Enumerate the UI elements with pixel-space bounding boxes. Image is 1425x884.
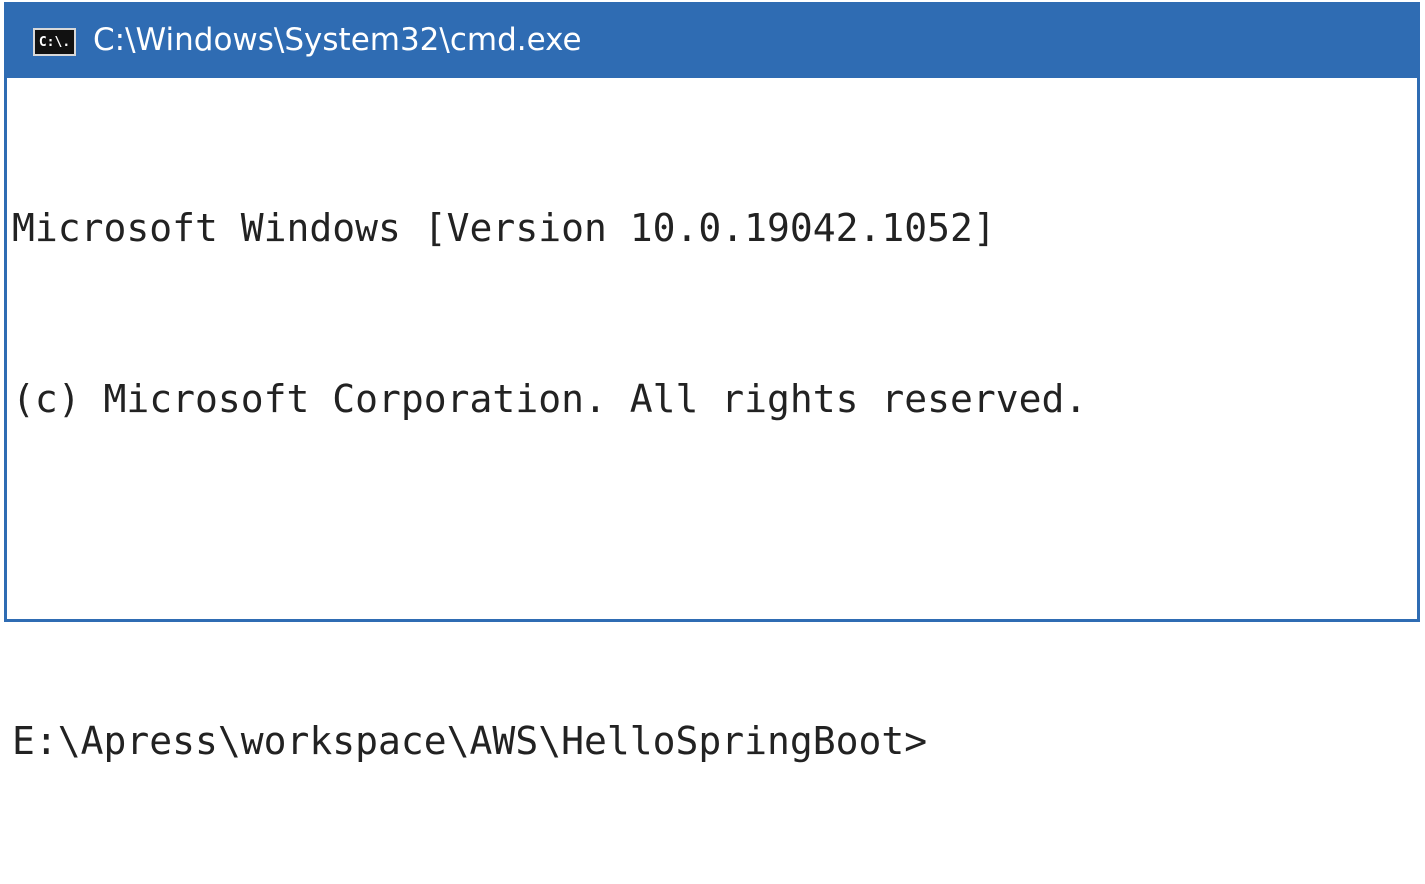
- console-line-copyright: (c) Microsoft Corporation. All rights re…: [12, 377, 1088, 421]
- window-title: C:\Windows\System32\cmd.exe: [93, 22, 582, 58]
- cmd-icon-label: C:\.: [38, 34, 71, 50]
- console-line-version: Microsoft Windows [Version 10.0.19042.10…: [12, 206, 996, 250]
- cmd-window: C:\. C:\Windows\System32\cmd.exe Microso…: [4, 2, 1420, 763]
- command-prompt[interactable]: E:\Apress\workspace\AWS\HelloSpringBoot>: [12, 713, 1407, 770]
- cmd-prompt-icon[interactable]: C:\.: [33, 28, 76, 56]
- console-output[interactable]: Microsoft Windows [Version 10.0.19042.10…: [12, 86, 1407, 763]
- console-line-blank: [12, 542, 1407, 599]
- title-bar[interactable]: C:\. C:\Windows\System32\cmd.exe: [7, 2, 1417, 78]
